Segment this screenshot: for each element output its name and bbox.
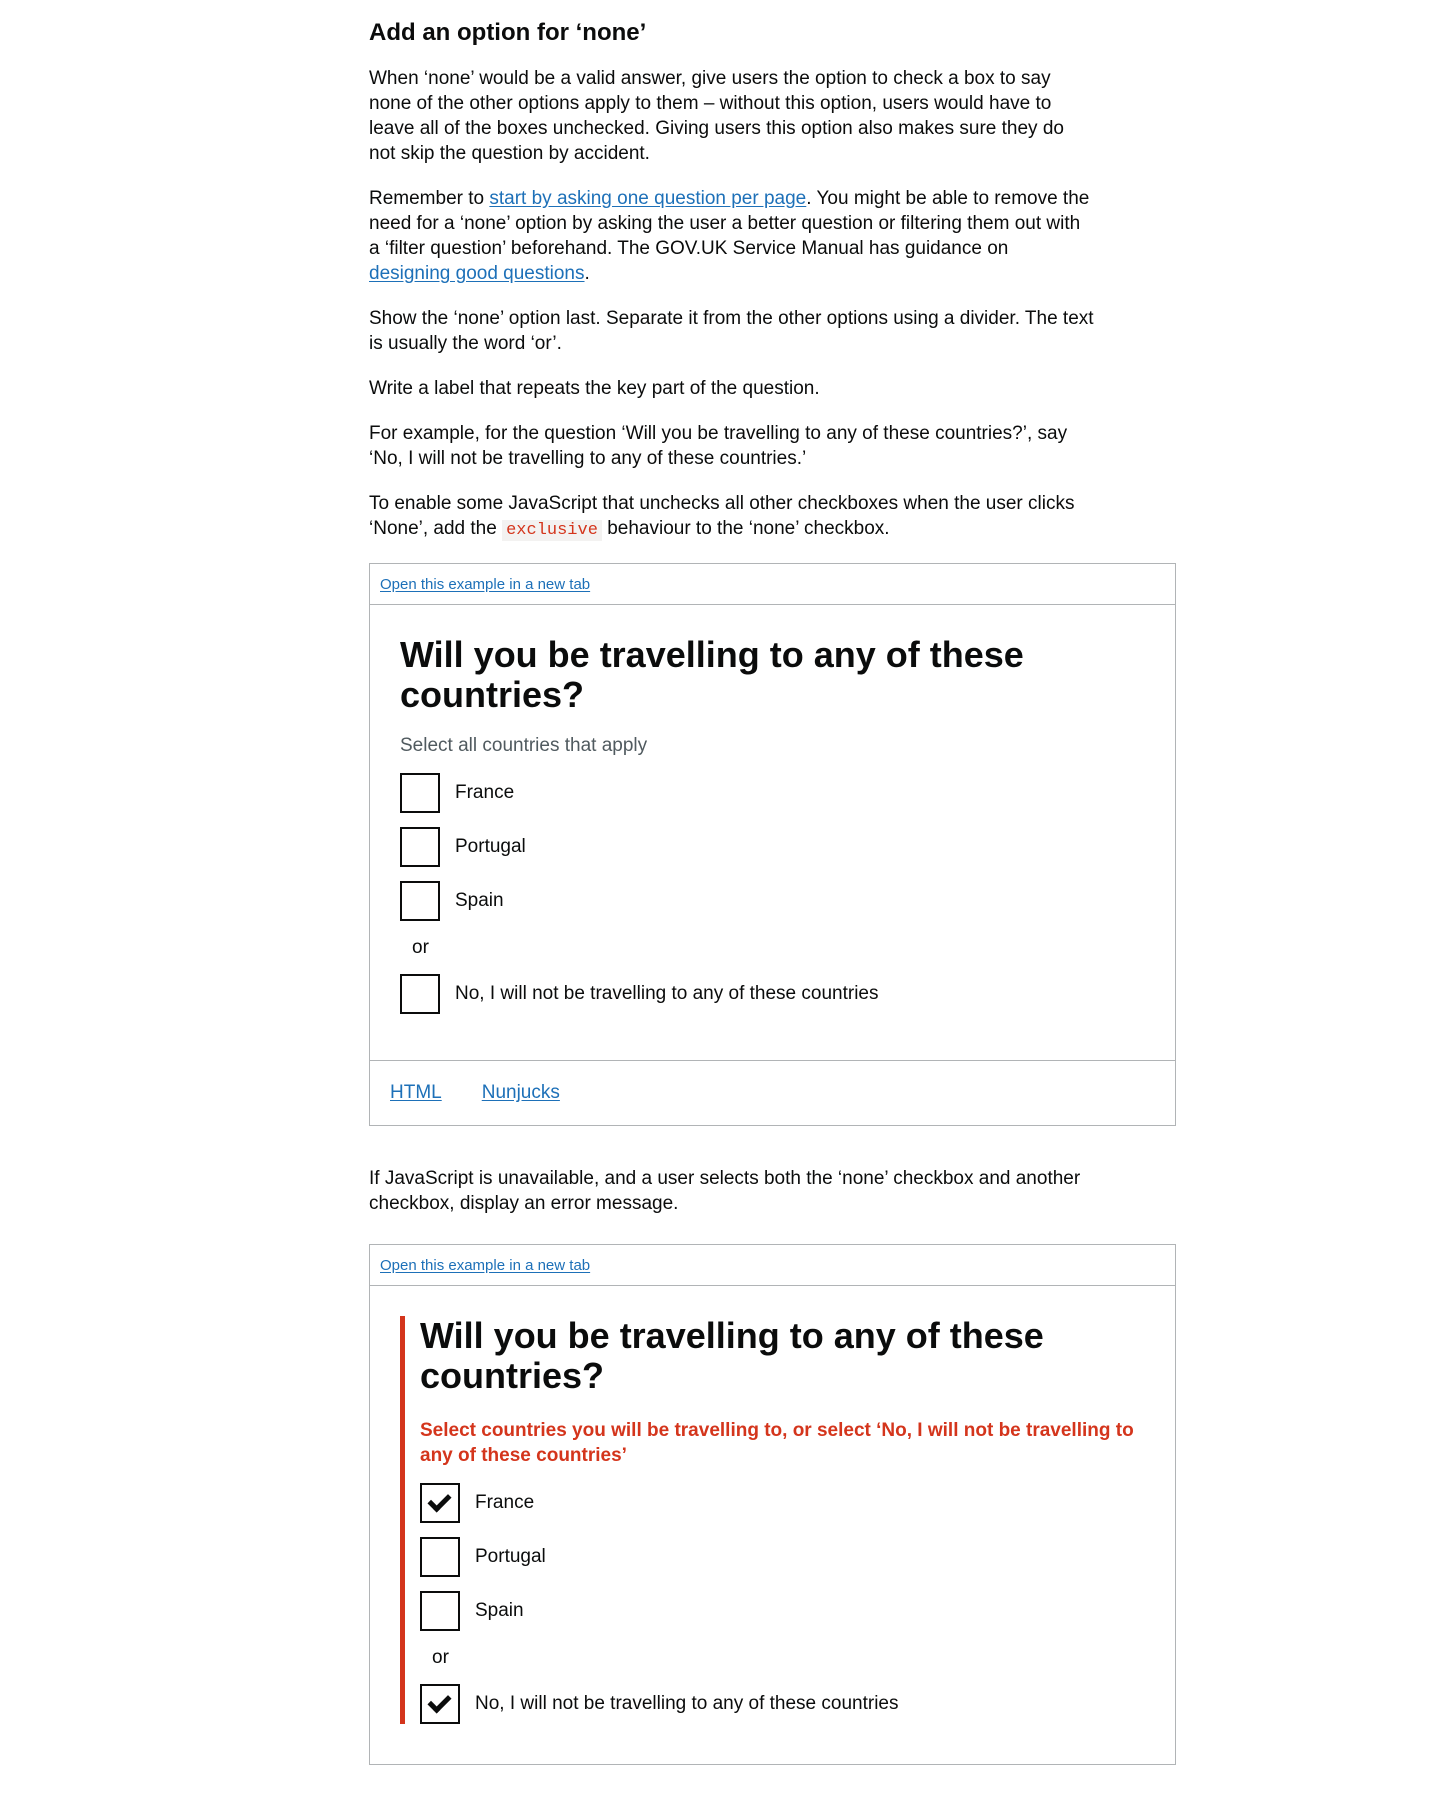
checkbox-label[interactable]: France — [455, 782, 514, 804]
checkbox-item-none[interactable]: No, I will not be travelling to any of t… — [400, 974, 1145, 1014]
checkbox-label[interactable]: Portugal — [475, 1546, 546, 1568]
divider-or: or — [412, 937, 429, 958]
open-example-new-tab-link[interactable]: Open this example in a new tab — [380, 576, 590, 593]
example-header: Open this example in a new tab — [370, 1245, 1175, 1286]
checkbox-item-portugal[interactable]: Portugal — [400, 827, 1145, 867]
tab-html[interactable]: HTML — [390, 1082, 442, 1104]
open-example-new-tab-link[interactable]: Open this example in a new tab — [380, 1257, 590, 1274]
question-heading: Will you be travelling to any of these c… — [400, 634, 1024, 715]
checkbox-label[interactable]: Portugal — [455, 836, 526, 858]
code-exclusive: exclusive — [502, 520, 602, 541]
checkbox[interactable] — [400, 827, 440, 867]
paragraph-remember: Remember to start by asking one question… — [369, 186, 1094, 286]
checkbox-label[interactable]: No, I will not be travelling to any of t… — [455, 983, 879, 1005]
checkbox-item-spain[interactable]: Spain — [400, 881, 1145, 921]
checkbox-item-france[interactable]: France — [420, 1483, 1145, 1523]
text: . — [584, 263, 590, 284]
checkbox-checked[interactable] — [420, 1483, 460, 1523]
checkbox[interactable] — [420, 1591, 460, 1631]
checkbox-item-portugal[interactable]: Portugal — [420, 1537, 1145, 1577]
hint-text: Select all countries that apply — [400, 735, 648, 756]
question-heading: Will you be travelling to any of these c… — [420, 1315, 1044, 1396]
paragraph-example: For example, for the question ‘Will you … — [369, 423, 1068, 469]
paragraph-javascript: To enable some JavaScript that unchecks … — [369, 491, 1094, 543]
paragraph-none-option: When ‘none’ would be a valid answer, giv… — [369, 68, 1064, 164]
checkbox-item-spain[interactable]: Spain — [420, 1591, 1145, 1631]
error-message: Select countries you will be travelling … — [420, 1420, 1134, 1466]
checkbox-label[interactable]: Spain — [455, 890, 504, 912]
tab-nunjucks[interactable]: Nunjucks — [482, 1082, 560, 1104]
checkbox-label[interactable]: France — [475, 1492, 534, 1514]
example-header: Open this example in a new tab — [370, 564, 1175, 605]
checkbox[interactable] — [400, 974, 440, 1014]
code-tabs: HTML Nunjucks — [370, 1060, 1175, 1125]
checkbox[interactable] — [400, 773, 440, 813]
example-body: Will you be travelling to any of these c… — [370, 1286, 1175, 1764]
checkbox[interactable] — [420, 1537, 460, 1577]
checkbox-label[interactable]: Spain — [475, 1600, 524, 1622]
checkbox-item-none[interactable]: No, I will not be travelling to any of t… — [420, 1684, 1145, 1724]
example-checkboxes-error: Open this example in a new tab Will you … — [369, 1244, 1176, 1765]
link-designing-good-questions[interactable]: designing good questions — [369, 263, 585, 284]
example-body: Will you be travelling to any of these c… — [370, 605, 1175, 1054]
paragraph-label: Write a label that repeats the key part … — [369, 378, 820, 399]
checkbox[interactable] — [400, 881, 440, 921]
example-checkboxes-none: Open this example in a new tab Will you … — [369, 563, 1176, 1126]
divider-or: or — [432, 1647, 449, 1668]
checkbox-label[interactable]: No, I will not be travelling to any of t… — [475, 1693, 899, 1715]
text: behaviour to the ‘none’ checkbox. — [601, 518, 890, 539]
section-title: Add an option for ‘none’ — [369, 19, 647, 46]
text: Remember to — [369, 188, 490, 209]
checkbox-checked[interactable] — [420, 1684, 460, 1724]
paragraph-no-javascript: If JavaScript is unavailable, and a user… — [369, 1168, 1081, 1214]
form-group-error: Will you be travelling to any of these c… — [400, 1316, 1145, 1724]
checkbox-item-france[interactable]: France — [400, 773, 1145, 813]
main-content: Add an option for ‘none’ When ‘none’ wou… — [369, 18, 1176, 1805]
paragraph-show-last: Show the ‘none’ option last. Separate it… — [369, 308, 1094, 354]
link-one-question-per-page[interactable]: start by asking one question per page — [489, 188, 806, 209]
